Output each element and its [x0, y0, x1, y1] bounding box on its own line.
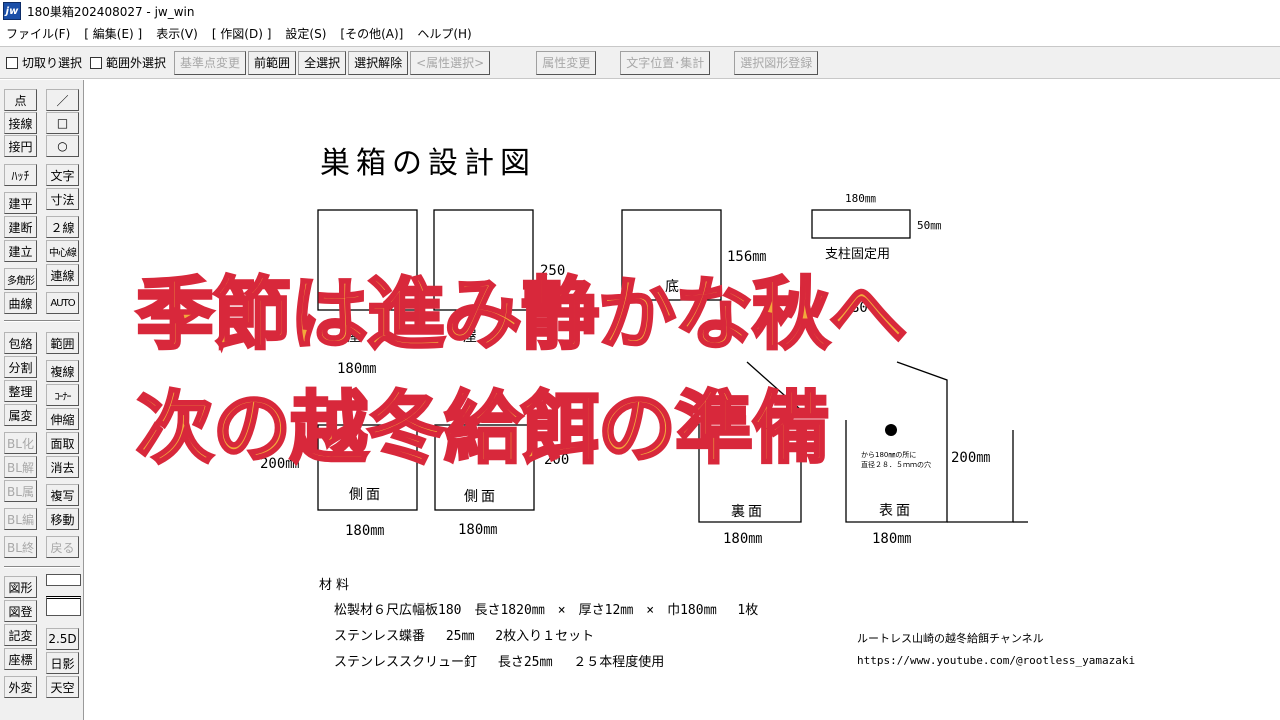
- tool-text[interactable]: 文字: [46, 164, 79, 186]
- tool-kendan[interactable]: 建断: [4, 216, 37, 238]
- tool-stretch[interactable]: 伸縮: [46, 408, 79, 430]
- outside-select-label: 範囲外選択: [106, 56, 167, 70]
- channel-name: ルートレス山崎の越冬給餌チャンネル: [857, 632, 1044, 645]
- tool-copy[interactable]: 複写: [46, 484, 79, 506]
- tool-record-change[interactable]: 記変: [4, 624, 37, 646]
- tool-line[interactable]: ／: [46, 89, 79, 111]
- window-title: 180巣箱202408027 - jw_win: [27, 4, 195, 19]
- tool-2-5d[interactable]: 2.5D: [46, 628, 79, 650]
- attribute-select-button[interactable]: <属性選択>: [410, 50, 491, 75]
- front-side-edge: [947, 430, 1014, 523]
- tool-erase[interactable]: 消去: [46, 456, 79, 478]
- previous-range-button[interactable]: 前範囲: [248, 50, 297, 75]
- material-line-1: 松製材６尺広幅板180 長さ1820㎜ × 厚さ12㎜ × 巾180㎜ 1枚: [334, 603, 759, 618]
- text-position-button[interactable]: 文字位置･集計: [620, 50, 711, 75]
- line-type-preview[interactable]: [46, 574, 81, 586]
- tool-range[interactable]: 範囲: [46, 332, 79, 354]
- tool-envelope[interactable]: 包絡: [4, 332, 37, 354]
- menu-bar: ファイル(F) [ 編集(E) ] 表示(V) [ 作図(D) ] 設定(S) …: [0, 22, 1280, 44]
- tool-split[interactable]: 分割: [4, 356, 37, 378]
- tool-dimension[interactable]: 寸法: [46, 188, 79, 210]
- tool-kenpei[interactable]: 建平: [4, 192, 37, 214]
- dim-180-d: 180㎜: [723, 531, 763, 547]
- tool-polygon[interactable]: 多角形: [4, 268, 37, 290]
- checkbox-icon: [6, 56, 18, 69]
- tool-block-end[interactable]: BL終: [4, 536, 37, 558]
- menu-help[interactable]: ヘルプ(H): [417, 25, 471, 42]
- entrance-hole: [885, 424, 897, 436]
- outside-select-checkbox[interactable]: 範囲外選択: [90, 54, 166, 71]
- cut-select-label: 切取り選択: [22, 56, 83, 70]
- front-panel: [845, 361, 948, 523]
- side-label-1: 側面: [349, 487, 383, 503]
- material-line-2: ステンレス蝶番 25㎜ 2枚入り１セット: [334, 629, 595, 644]
- tool-coordinates[interactable]: 座標: [4, 648, 37, 670]
- tool-sky[interactable]: 天空: [46, 676, 79, 698]
- cut-select-checkbox[interactable]: 切取り選択: [6, 54, 82, 71]
- menu-settings[interactable]: 設定(S): [285, 25, 326, 42]
- tool-curve[interactable]: 曲線: [4, 292, 37, 314]
- tool-multi-line[interactable]: 複線: [46, 360, 79, 382]
- menu-view[interactable]: 表示(V): [156, 25, 198, 42]
- tool-external-change[interactable]: 外変: [4, 676, 37, 698]
- hole-note-2: 直径２８．５ｍｍの穴: [861, 461, 931, 469]
- tool-tangent-circle[interactable]: 接円: [4, 135, 37, 157]
- tool-attribute-change[interactable]: 属変: [4, 404, 37, 426]
- dim-50: 50㎜: [917, 219, 942, 232]
- tool-block-release[interactable]: BL解: [4, 456, 37, 478]
- menu-other[interactable]: [その他(A)]: [340, 25, 403, 42]
- dim-200-right: 200㎜: [951, 450, 991, 466]
- selection-toolbar: 切取り選択 範囲外選択 基準点変更 前範囲 全選択 選択解除 <属性選択> 属性…: [0, 46, 1280, 79]
- tool-circle[interactable]: ○: [46, 135, 79, 157]
- caption-line-1: 季節は進み静かな秋へ: [134, 269, 908, 362]
- tool-kenritsu[interactable]: 建立: [4, 240, 37, 262]
- dim-180-top: 180㎜: [845, 192, 876, 205]
- caption-line-2: 次の越冬給餌の準備: [134, 383, 831, 476]
- base-point-change-button[interactable]: 基準点変更: [174, 50, 247, 75]
- menu-file[interactable]: ファイル(F): [6, 25, 70, 42]
- support-plate: [811, 209, 911, 239]
- attribute-change-button[interactable]: 属性変更: [536, 50, 597, 75]
- tool-rectangle[interactable]: □: [46, 112, 79, 134]
- dim-180-c: 180㎜: [458, 522, 498, 538]
- tool-center-line[interactable]: 中心線: [46, 240, 79, 262]
- tool-block-edit[interactable]: BL編: [4, 508, 37, 530]
- title-bar: jw 180巣箱202408027 - jw_win: [0, 0, 1280, 22]
- line-width-preview[interactable]: [46, 596, 81, 616]
- tool-auto[interactable]: AUTO: [46, 292, 79, 314]
- tool-double-line[interactable]: ２線: [46, 216, 79, 238]
- side-label-2: 側面: [464, 489, 498, 505]
- tool-palette: 点 ／ 接線 □ 接円 ○ ﾊｯﾁ 文字 建平 寸法 建断 ２線 建立 中心線 …: [0, 80, 84, 720]
- clear-selection-button[interactable]: 選択解除: [348, 50, 409, 75]
- drawing-title: 巣箱の設計図: [320, 146, 536, 181]
- back-label: 裏面: [731, 504, 765, 520]
- checkbox-icon: [90, 56, 103, 69]
- menu-edit[interactable]: [ 編集(E) ]: [84, 25, 142, 42]
- tool-tangent[interactable]: 接線: [4, 112, 37, 134]
- tool-undo[interactable]: 戻る: [46, 536, 79, 558]
- materials-heading: 材料: [319, 578, 354, 593]
- select-all-button[interactable]: 全選択: [298, 50, 347, 75]
- channel-url: https://www.youtube.com/@rootless_yamaza…: [857, 654, 1136, 667]
- tool-move[interactable]: 移動: [46, 508, 79, 530]
- dim-180-e: 180㎜: [872, 531, 912, 547]
- tool-continuous-line[interactable]: 連線: [46, 264, 79, 286]
- tool-block-create[interactable]: BL化: [4, 432, 37, 454]
- tool-point[interactable]: 点: [4, 89, 37, 111]
- tool-sun-shadow[interactable]: 日影: [46, 652, 79, 674]
- hole-note-1: から180㎜の所に: [861, 451, 917, 459]
- tool-arrange[interactable]: 整理: [4, 380, 37, 402]
- jw-app-icon: jw: [3, 2, 21, 20]
- front-label: 表面: [879, 503, 913, 519]
- tool-shape[interactable]: 図形: [4, 576, 37, 598]
- tool-block-attribute[interactable]: BL属: [4, 480, 37, 502]
- tool-shape-register[interactable]: 図登: [4, 600, 37, 622]
- menu-draw[interactable]: [ 作図(D) ]: [212, 25, 272, 42]
- dim-180-b: 180㎜: [345, 523, 385, 539]
- tool-chamfer[interactable]: 面取: [46, 432, 79, 454]
- register-shape-button[interactable]: 選択図形登録: [734, 50, 819, 75]
- tool-hatch[interactable]: ﾊｯﾁ: [4, 164, 37, 186]
- material-line-3: ステンレススクリュー釘 長さ25㎜ ２５本程度使用: [334, 655, 665, 670]
- tool-corner[interactable]: ｺｰﾅｰ: [46, 384, 79, 406]
